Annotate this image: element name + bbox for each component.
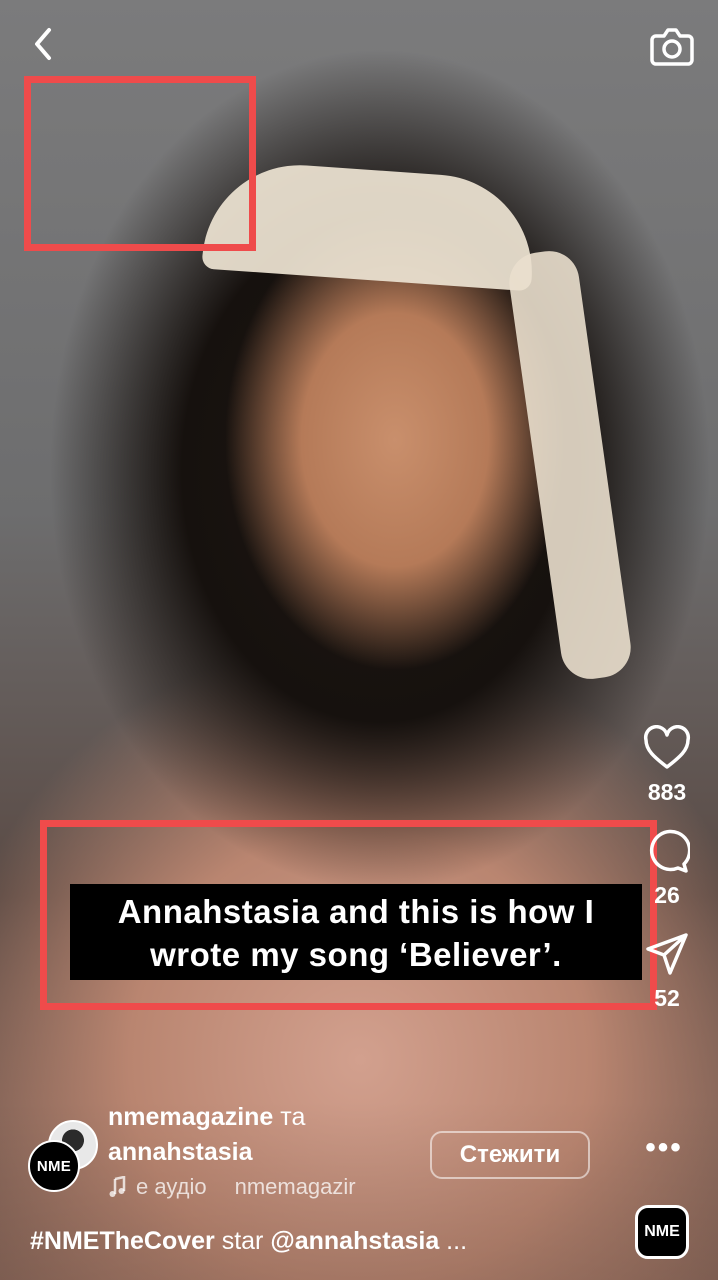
caption-line-1: Annahstasia and this is how I	[117, 893, 595, 930]
video-caption: Annahstasia and this is how I wrote my s…	[70, 884, 642, 980]
post-description[interactable]: #NMETheCover star @annahstasia ...	[30, 1227, 467, 1256]
comment-button[interactable]: 26	[644, 828, 690, 909]
highlight-box-top	[24, 76, 256, 251]
camera-icon	[650, 28, 694, 66]
badge-text: NME	[644, 1223, 680, 1240]
author-avatars[interactable]: NME	[28, 1120, 100, 1192]
avatar-nme[interactable]: NME	[28, 1140, 80, 1192]
share-count: 52	[654, 985, 680, 1011]
follow-button[interactable]: Стежити	[430, 1131, 590, 1179]
heart-icon	[643, 725, 691, 769]
avatar-nme-text: NME	[36, 1157, 72, 1175]
audio-row[interactable]: е аудіо nmemagazir	[108, 1174, 356, 1200]
back-icon	[35, 28, 51, 60]
author-name-2[interactable]: annahstasia	[108, 1135, 305, 1170]
caption-line-2: wrote my song ‘Believer’.	[150, 936, 562, 973]
more-icon: •••	[645, 1131, 683, 1164]
share-button[interactable]: 52	[644, 931, 690, 1012]
author-conjunction: та	[280, 1103, 306, 1131]
more-button[interactable]: •••	[645, 1130, 683, 1166]
music-note-icon	[109, 1176, 126, 1197]
author-name-1[interactable]: nmemagazine	[108, 1103, 273, 1131]
back-button[interactable]	[20, 20, 68, 68]
description-mention[interactable]: @annahstasia	[270, 1227, 439, 1255]
like-button[interactable]: 883	[642, 725, 692, 806]
headband-tail-shape	[505, 247, 635, 683]
description-text: star	[214, 1227, 271, 1255]
audio-label: е аудіо	[136, 1174, 207, 1199]
comment-count: 26	[654, 882, 680, 908]
comment-icon	[649, 829, 690, 873]
camera-button[interactable]	[644, 18, 700, 74]
author-names: nmemagazine та annahstasia	[108, 1100, 305, 1170]
audio-thumbnail-badge[interactable]: NME	[635, 1205, 689, 1259]
description-hashtag[interactable]: #NMETheCover	[30, 1227, 215, 1255]
description-more[interactable]: ...	[439, 1227, 467, 1255]
like-count: 883	[647, 779, 687, 805]
action-rail: 883 26 52	[628, 725, 706, 1012]
audio-source: nmemagazir	[234, 1174, 356, 1199]
share-icon	[646, 933, 688, 975]
